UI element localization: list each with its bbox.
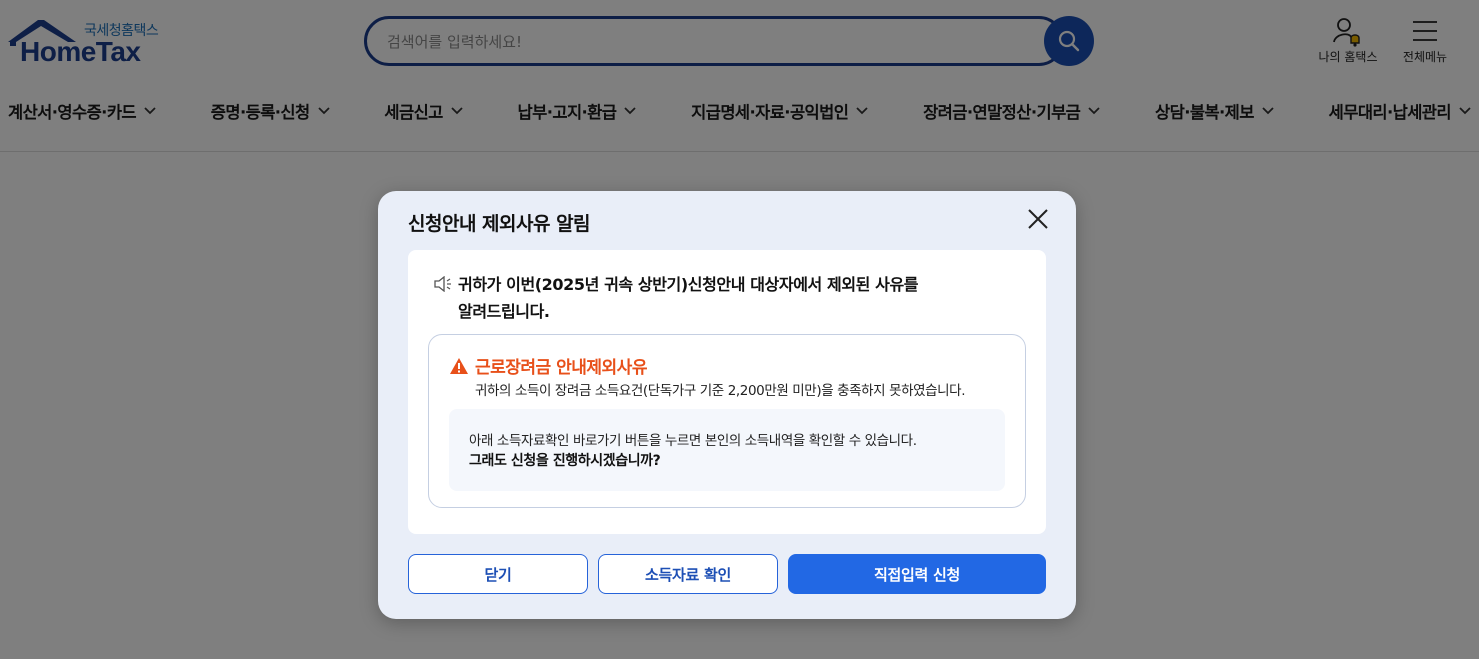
income-check-button[interactable]: 소득자료 확인: [598, 554, 778, 594]
close-button[interactable]: 닫기: [408, 554, 588, 594]
warning-icon: [450, 358, 468, 374]
reason-title: 근로장려금 안내제외사유: [475, 358, 647, 378]
speaker-icon: [434, 276, 451, 292]
info-line-2: 그래도 신청을 진행하시겠습니까?: [469, 453, 661, 469]
notice-line-1: 귀하가 이번(2025년 귀속 상반기)신청안내 대상자에서 제외된 사유를: [458, 275, 919, 294]
direct-apply-button[interactable]: 직접입력 신청: [788, 554, 1046, 594]
modal-body: 귀하가 이번(2025년 귀속 상반기)신청안내 대상자에서 제외된 사유를 알…: [408, 250, 1046, 534]
info-box: 아래 소득자료확인 바로가기 버튼을 누르면 본인의 소득내역을 확인할 수 있…: [449, 409, 1005, 491]
exclusion-reason-modal: 신청안내 제외사유 알림 귀하가 이번(2025년 귀속 상반기)신청안내 대상…: [378, 191, 1076, 619]
reason-box: 근로장려금 안내제외사유 귀하의 소득이 장려금 소득요건(단독가구 기준 2,…: [428, 334, 1026, 508]
close-icon[interactable]: [1026, 207, 1050, 231]
reason-description: 귀하의 소득이 장려금 소득요건(단독가구 기준 2,200만원 미만)을 충족…: [475, 383, 966, 399]
info-line-1: 아래 소득자료확인 바로가기 버튼을 누르면 본인의 소득내역을 확인할 수 있…: [469, 433, 917, 449]
notice-message: 귀하가 이번(2025년 귀속 상반기)신청안내 대상자에서 제외된 사유를 알…: [458, 271, 1018, 325]
modal-title: 신청안내 제외사유 알림: [408, 213, 591, 235]
notice-line-2: 알려드립니다.: [458, 302, 550, 321]
